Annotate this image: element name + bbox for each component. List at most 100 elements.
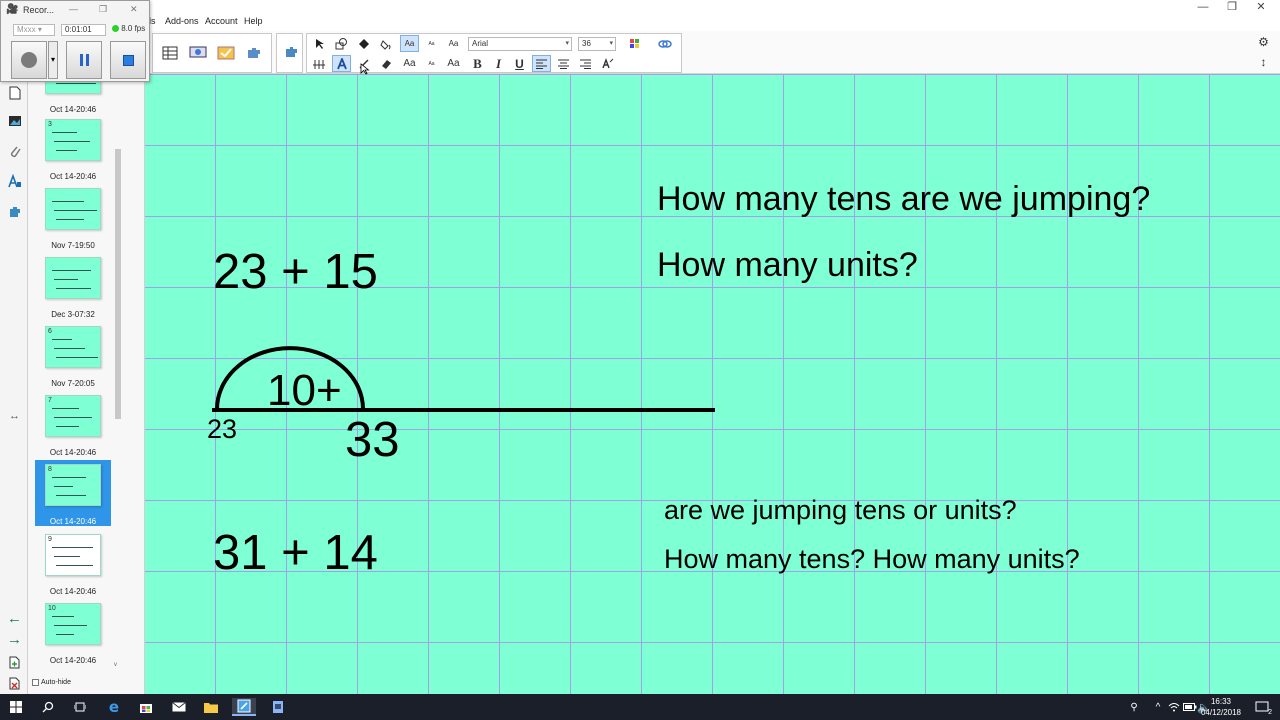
- attachments-icon[interactable]: [6, 142, 23, 159]
- toolbar-group-main: [152, 33, 272, 73]
- recorder-minimize-button[interactable]: —: [69, 4, 78, 14]
- screen-shade-icon[interactable]: [184, 35, 212, 71]
- page-number: 3: [48, 121, 52, 128]
- fill-icon[interactable]: [354, 35, 373, 52]
- pause-button[interactable]: [66, 41, 102, 79]
- align-center-icon[interactable]: [554, 55, 573, 72]
- align-right-icon[interactable]: [576, 55, 595, 72]
- recorder-app-icon: 🎥: [6, 4, 19, 15]
- italic-button[interactable]: I: [489, 55, 508, 72]
- side-tab-rail: ↔ ← →: [0, 74, 28, 694]
- record-button[interactable]: [11, 41, 47, 79]
- whiteboard-canvas[interactable]: How many tens are we jumping? How many u…: [145, 74, 1280, 694]
- text-style-button-2[interactable]: Aa: [422, 35, 441, 52]
- font-size-value: 36: [582, 39, 591, 48]
- question-how-many-tens-units[interactable]: How many tens? How many units?: [664, 544, 1080, 575]
- sorter-scroll-thumb[interactable]: [115, 149, 121, 419]
- sorter-scrollbar[interactable]: ^ v: [114, 74, 122, 674]
- close-button[interactable]: ✕: [1244, 0, 1278, 16]
- question-tens-or-units[interactable]: are we jumping tens or units?: [664, 495, 1017, 526]
- properties-icon[interactable]: [6, 172, 23, 189]
- file-explorer-icon[interactable]: [201, 698, 221, 716]
- text-style-button-3[interactable]: Aa: [444, 35, 463, 52]
- previous-page-icon[interactable]: ←: [6, 610, 23, 627]
- text-style-button-1[interactable]: Aa: [400, 35, 419, 52]
- sum-31-plus-14[interactable]: 31 + 14: [213, 525, 378, 581]
- text-style-button-6[interactable]: Aa: [444, 55, 463, 72]
- table-icon[interactable]: [156, 35, 184, 71]
- color-palette-icon[interactable]: [625, 35, 644, 52]
- widgets-icon[interactable]: [277, 35, 305, 71]
- text-tool-icon[interactable]: [332, 55, 351, 72]
- auto-hide-checkbox[interactable]: Auto-hide: [32, 679, 71, 686]
- task-view-icon[interactable]: [70, 698, 90, 716]
- notifications-icon[interactable]: 2: [1252, 698, 1272, 716]
- page-thumbnail[interactable]: 10 Oct 14-20:46: [35, 603, 111, 671]
- mail-icon[interactable]: [169, 698, 189, 716]
- paint-bucket-icon[interactable]: [376, 35, 395, 52]
- thumbnail-content-line: [56, 426, 79, 427]
- page-thumbnail[interactable]: 9 Oct 14-20:46: [35, 534, 111, 602]
- thumbnail-content-line: [52, 477, 86, 478]
- page-date: Oct 14-20:46: [49, 448, 97, 457]
- edge-browser-icon[interactable]: e: [104, 698, 124, 716]
- store-icon[interactable]: [136, 698, 156, 716]
- page-thumbnail-image: [45, 188, 101, 230]
- text-format-icon[interactable]: [598, 55, 617, 72]
- eraser-icon[interactable]: [376, 55, 395, 72]
- lesson-activity-icon[interactable]: [212, 35, 240, 71]
- measure-tools-icon[interactable]: [310, 55, 329, 72]
- text-style-button-4[interactable]: Aa: [400, 55, 419, 72]
- recorder-restore-button[interactable]: ❐: [99, 4, 107, 15]
- page-thumbnail[interactable]: 7 Oct 14-20:46: [35, 395, 111, 463]
- stop-button[interactable]: [110, 41, 146, 79]
- shapes-icon[interactable]: [332, 35, 351, 52]
- checkbox-icon: [32, 679, 39, 686]
- settings-gear-icon[interactable]: ⚙: [1254, 33, 1273, 50]
- arc-label[interactable]: 10+: [267, 366, 342, 416]
- add-ons-tab-icon[interactable]: [6, 202, 23, 219]
- expand-panel-icon[interactable]: ↔: [6, 407, 23, 424]
- link-icon[interactable]: [655, 35, 674, 52]
- font-name-select[interactable]: Arial ▾: [468, 37, 572, 51]
- add-ons-icon[interactable]: [240, 35, 268, 71]
- delete-page-icon[interactable]: [6, 675, 23, 692]
- clock-date[interactable]: 04/12/2018: [1200, 708, 1242, 717]
- gallery-icon[interactable]: [6, 112, 23, 129]
- clock-time[interactable]: 16:33: [1200, 697, 1242, 706]
- toolbar-position-icon[interactable]: ↕: [1254, 53, 1273, 70]
- underline-button[interactable]: U: [510, 55, 529, 72]
- menu-add-ons[interactable]: Add-ons: [165, 16, 199, 26]
- thumbnail-content-line: [56, 288, 91, 289]
- thumbnail-content-line: [54, 348, 85, 349]
- people-icon[interactable]: ⚲: [1124, 698, 1144, 716]
- add-page-icon[interactable]: [6, 654, 23, 671]
- recorder-taskbar-icon[interactable]: [268, 698, 288, 716]
- text-style-button-5[interactable]: Aa: [422, 55, 441, 72]
- recorder-mode-select[interactable]: Mxxx ▾: [13, 24, 55, 36]
- number-line-start-label[interactable]: 23: [207, 414, 237, 445]
- windows-start-icon[interactable]: [6, 698, 26, 716]
- recorder-close-button[interactable]: ✕: [130, 4, 138, 15]
- recorder-mode-value: Mxxx: [17, 25, 36, 34]
- page-thumbnail[interactable]: Dec 3-07:32: [35, 257, 111, 325]
- menu-account[interactable]: Account: [205, 16, 238, 26]
- record-options-chevron-icon[interactable]: ▾: [48, 41, 58, 79]
- page-thumbnail[interactable]: 6 Nov 7-20:05: [35, 326, 111, 394]
- page-thumbnail-image: [45, 257, 101, 299]
- select-arrow-icon[interactable]: [310, 35, 329, 52]
- scroll-down-icon[interactable]: v: [114, 662, 117, 668]
- thumbnail-content-line: [54, 625, 87, 626]
- align-left-icon[interactable]: [532, 55, 551, 72]
- number-line-end-label[interactable]: 33: [345, 412, 400, 468]
- font-size-select[interactable]: 36 ▾: [578, 37, 616, 51]
- smart-notebook-taskbar-icon[interactable]: [232, 698, 256, 716]
- page-thumbnail[interactable]: Nov 7-19:50: [35, 188, 111, 256]
- next-page-icon[interactable]: →: [6, 631, 23, 648]
- page-thumbnail[interactable]: 3 Oct 14-20:46: [35, 119, 111, 187]
- menu-help[interactable]: Help: [244, 16, 263, 26]
- search-icon[interactable]: [38, 698, 58, 716]
- bold-button[interactable]: B: [468, 55, 487, 72]
- page-thumbnail[interactable]: 8 Oct 14-20:46: [35, 460, 111, 526]
- page-sorter-icon[interactable]: [6, 84, 23, 101]
